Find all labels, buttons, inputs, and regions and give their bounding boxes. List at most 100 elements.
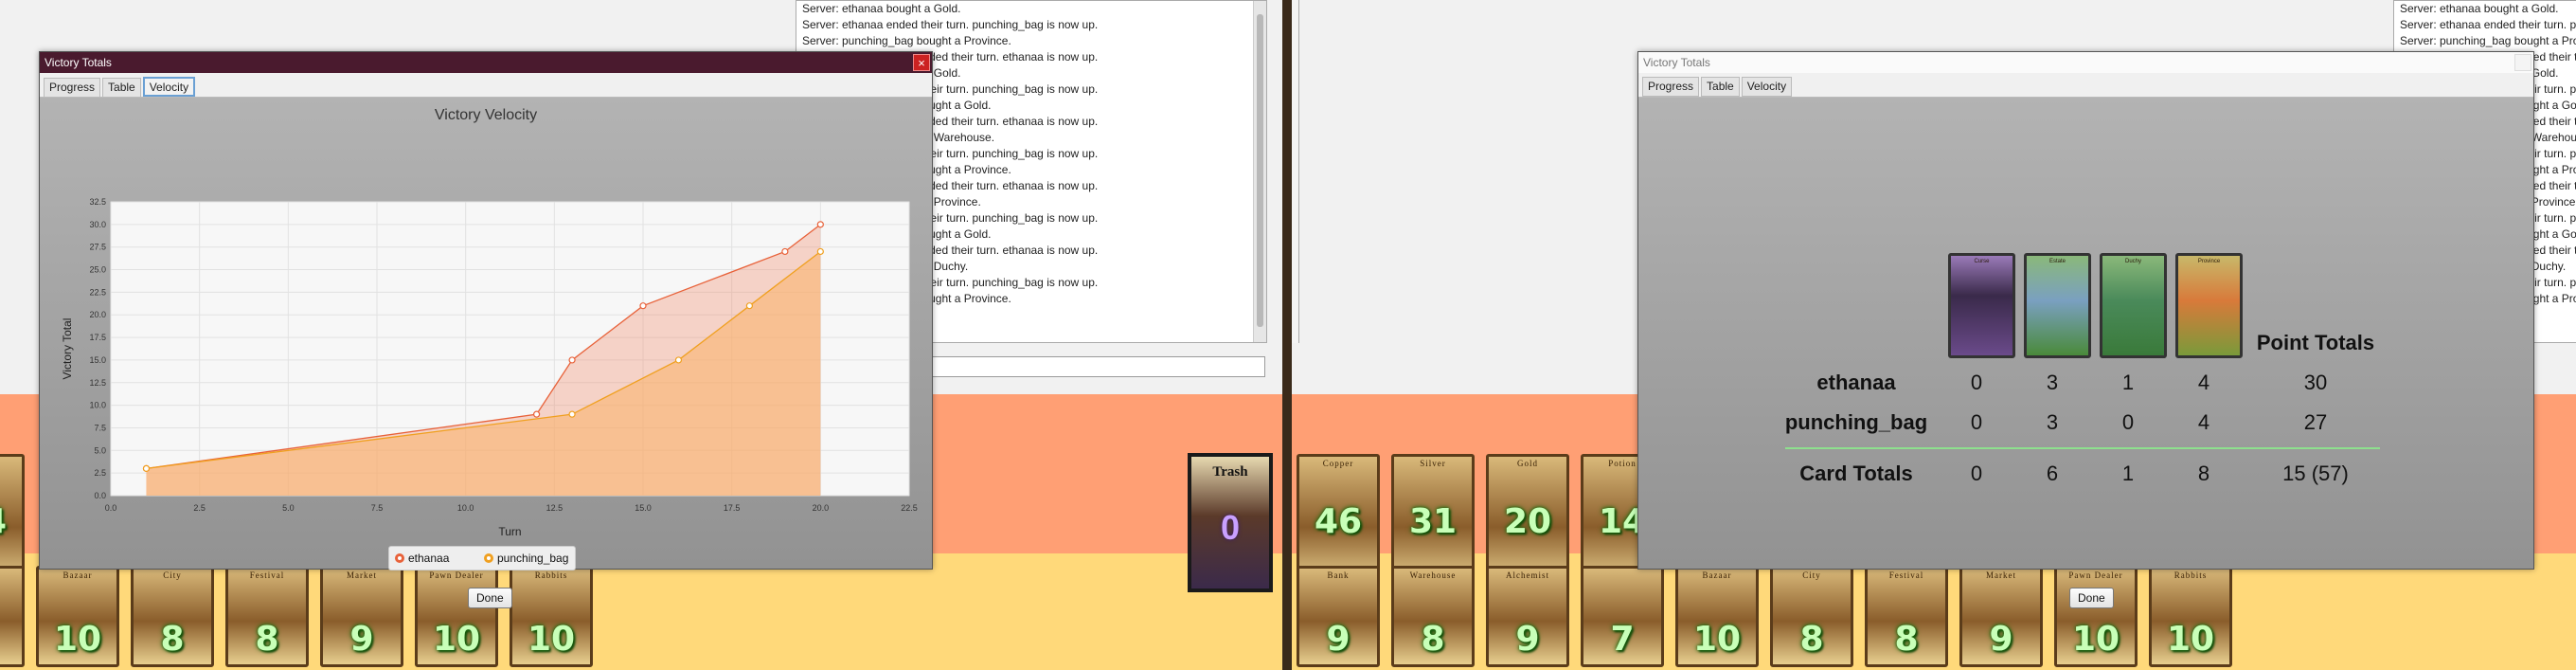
supply-card[interactable]: Bazaar 10 xyxy=(36,566,119,667)
dialog-title: Victory Totals xyxy=(1638,52,2533,73)
card-name: Silver xyxy=(1420,459,1446,468)
supply-card[interactable]: Rabbits 10 xyxy=(510,566,593,667)
close-icon[interactable] xyxy=(2514,54,2531,71)
supply-card[interactable]: Pawn Dealer 10 xyxy=(2054,566,2138,667)
card-count: 8 xyxy=(1894,620,1919,659)
table-cell: 6 xyxy=(2046,462,2059,485)
card-totals-label: Card Totals xyxy=(1799,462,1913,485)
victory-totals-dialog-left: Victory Totals × Progress Table Velocity V… xyxy=(39,51,933,608)
x-tick-label: 7.5 xyxy=(371,503,384,513)
card-image-estate: Estate xyxy=(2024,253,2091,358)
done-button[interactable]: Done xyxy=(2069,588,2114,608)
supply-card[interactable]: Bazaar 10 xyxy=(1675,566,1759,667)
data-point xyxy=(568,356,576,364)
x-tick-label: 10.0 xyxy=(457,503,474,513)
close-icon[interactable]: × xyxy=(913,54,930,71)
y-tick-label: 5.0 xyxy=(94,445,106,455)
card-count: 8 xyxy=(1421,620,1445,659)
supply-card[interactable]: City 8 xyxy=(1770,566,1853,667)
y-tick-label: 0.0 xyxy=(94,491,106,500)
tab-velocity[interactable]: Velocity xyxy=(142,77,196,97)
log-line: Server: ethanaa ended their turn. punchi… xyxy=(802,18,1099,31)
supply-card[interactable]: Bank 9 xyxy=(1297,566,1380,667)
data-point xyxy=(816,247,824,256)
card-count: 10 xyxy=(2166,620,2215,659)
card-count: 20 xyxy=(1503,502,1552,541)
table-cell: 4 xyxy=(2197,371,2210,394)
data-point xyxy=(674,356,683,364)
tab-progress[interactable]: Progress xyxy=(1642,77,1700,97)
x-tick-label: 22.5 xyxy=(901,503,918,513)
card-count: 10 xyxy=(2071,620,2120,659)
supply-card[interactable]: 7 xyxy=(1581,566,1664,667)
y-tick-label: 15.0 xyxy=(89,355,106,365)
table-cell: 3 xyxy=(2046,371,2059,394)
table-cell: 0 xyxy=(1970,410,1983,434)
tab-progress[interactable]: Progress xyxy=(44,78,101,98)
card-name: Pawn Dealer xyxy=(429,570,484,580)
supply-card[interactable]: Festival 8 xyxy=(1865,566,1948,667)
card-name: Copper xyxy=(1322,459,1354,468)
supply-card[interactable]: Market 9 xyxy=(1959,566,2043,667)
x-tick-label: 15.0 xyxy=(635,503,652,513)
card-name: Alchemist xyxy=(1506,570,1549,580)
supply-card[interactable]: City 8 xyxy=(131,566,214,667)
data-point xyxy=(781,247,789,256)
card-total: 15 (57) xyxy=(2282,462,2349,485)
y-tick-label: 7.5 xyxy=(94,423,106,432)
y-tick-label: 12.5 xyxy=(89,378,106,388)
card-name: Warehouse xyxy=(1409,570,1457,580)
card-name: Rabbits xyxy=(534,570,568,580)
data-point xyxy=(745,302,754,310)
card-image-duchy: Duchy xyxy=(2100,253,2167,358)
trash-count: 0 xyxy=(1220,508,1241,547)
card-name: Bank xyxy=(1327,570,1350,580)
card-name: Duchy xyxy=(2124,259,2141,264)
done-button[interactable]: Done xyxy=(468,588,512,608)
trash-pile[interactable]: Trash 0 xyxy=(1188,453,1273,592)
table-cell: 0 xyxy=(1970,462,1983,485)
supply-card[interactable]: Festival 8 xyxy=(225,566,309,667)
card-count: 46 xyxy=(1314,502,1363,541)
card-count: 9 xyxy=(1326,620,1351,659)
supply-card[interactable]: Pawn Dealer 10 xyxy=(415,566,498,667)
card-image-curse: Curse xyxy=(1948,253,2015,358)
point-total: 27 xyxy=(2303,410,2328,434)
data-point xyxy=(532,410,541,418)
legend-marker-icon xyxy=(484,553,493,563)
legend-item-ethanaa[interactable]: ethanaa xyxy=(395,547,449,570)
card-count: 7 xyxy=(1610,620,1635,659)
y-tick-label: 22.5 xyxy=(89,287,106,297)
point-totals-header: Point Totals xyxy=(2256,331,2375,354)
supply-card[interactable]: Warehouse 8 xyxy=(1391,566,1475,667)
legend-item-punching-bag[interactable]: punching_bag xyxy=(484,547,568,570)
card-name: City xyxy=(1802,570,1821,580)
y-tick-label: 32.5 xyxy=(89,197,106,207)
legend-label: punching_bag xyxy=(497,552,569,565)
x-axis-label: Turn xyxy=(498,525,521,538)
y-tick-label: 20.0 xyxy=(89,310,106,319)
right-client-window: Server: ethanaa bought a Gold. Server: et… xyxy=(1292,0,2576,670)
log-line: Server: ethanaa bought a Gold. xyxy=(802,2,961,15)
card-name: Bazaar xyxy=(63,570,93,580)
card-name: Market xyxy=(347,570,377,580)
card-name: Province xyxy=(2197,259,2221,264)
point-total: 30 xyxy=(2303,371,2328,394)
tab-table[interactable]: Table xyxy=(1701,77,1740,97)
left-log-scrollbar[interactable] xyxy=(1253,1,1266,342)
tab-table[interactable]: Table xyxy=(102,78,141,98)
right-left-edge xyxy=(1292,0,1299,343)
data-point xyxy=(816,221,824,228)
supply-card[interactable]: Alchemist 9 xyxy=(1486,566,1569,667)
left-log-scroll-thumb[interactable] xyxy=(1257,14,1263,327)
supply-card[interactable]: Rabbits 10 xyxy=(2149,566,2232,667)
y-tick-label: 2.5 xyxy=(94,468,106,478)
card-count: 10 xyxy=(1692,620,1742,659)
card-name: Rabbits xyxy=(2174,570,2208,580)
card-count: 9 xyxy=(349,620,374,659)
supply-card[interactable]: 7 xyxy=(0,566,25,667)
tab-velocity[interactable]: Velocity xyxy=(1741,77,1793,97)
supply-card[interactable]: Market 9 xyxy=(320,566,403,667)
chart-panel: Victory Velocity 0.0 2.5 5.0 7.5 10.0 12.5 15.… xyxy=(40,98,932,608)
card-name: Estate xyxy=(2048,259,2066,264)
